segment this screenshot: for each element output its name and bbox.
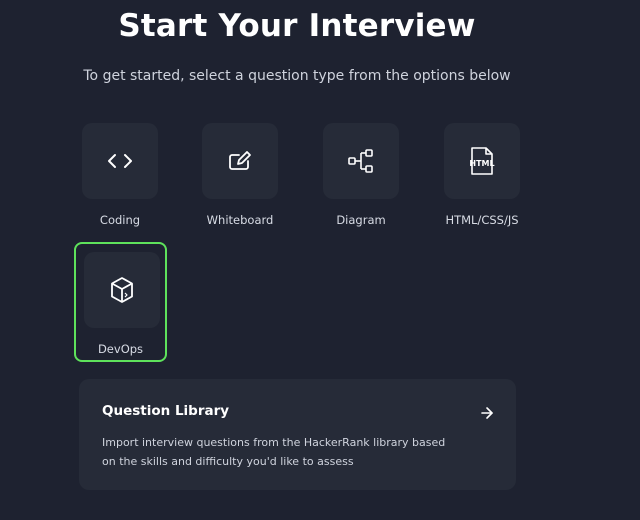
code-brackets-icon <box>107 151 133 171</box>
option-label: DevOps <box>97 342 144 356</box>
option-devops[interactable]: DevOps <box>74 242 167 362</box>
option-label: Diagram <box>336 213 386 227</box>
option-diagram[interactable]: Diagram <box>313 123 409 233</box>
question-library-description: Import interview questions from the Hack… <box>102 436 446 468</box>
option-label: Coding <box>99 213 141 227</box>
html-icon-text: HTML <box>469 159 494 168</box>
option-html-css-js[interactable]: HTML HTML/CSS/JS <box>434 123 530 233</box>
whiteboard-icon <box>227 149 253 173</box>
page-title: Start Your Interview <box>118 8 476 44</box>
html-file-icon: HTML <box>468 146 496 176</box>
option-whiteboard[interactable]: Whiteboard <box>192 123 288 233</box>
diagram-icon <box>347 148 375 174</box>
option-label: Whiteboard <box>206 213 274 227</box>
page-subtitle: To get started, select a question type f… <box>83 68 511 84</box>
option-label: HTML/CSS/JS <box>445 213 519 227</box>
arrow-right-icon[interactable] <box>480 405 494 424</box>
option-coding[interactable]: Coding <box>72 123 168 233</box>
question-library-card[interactable]: Question Library Import interview questi… <box>79 379 516 490</box>
devops-cube-icon <box>109 276 135 304</box>
question-library-title: Question Library <box>102 403 230 419</box>
